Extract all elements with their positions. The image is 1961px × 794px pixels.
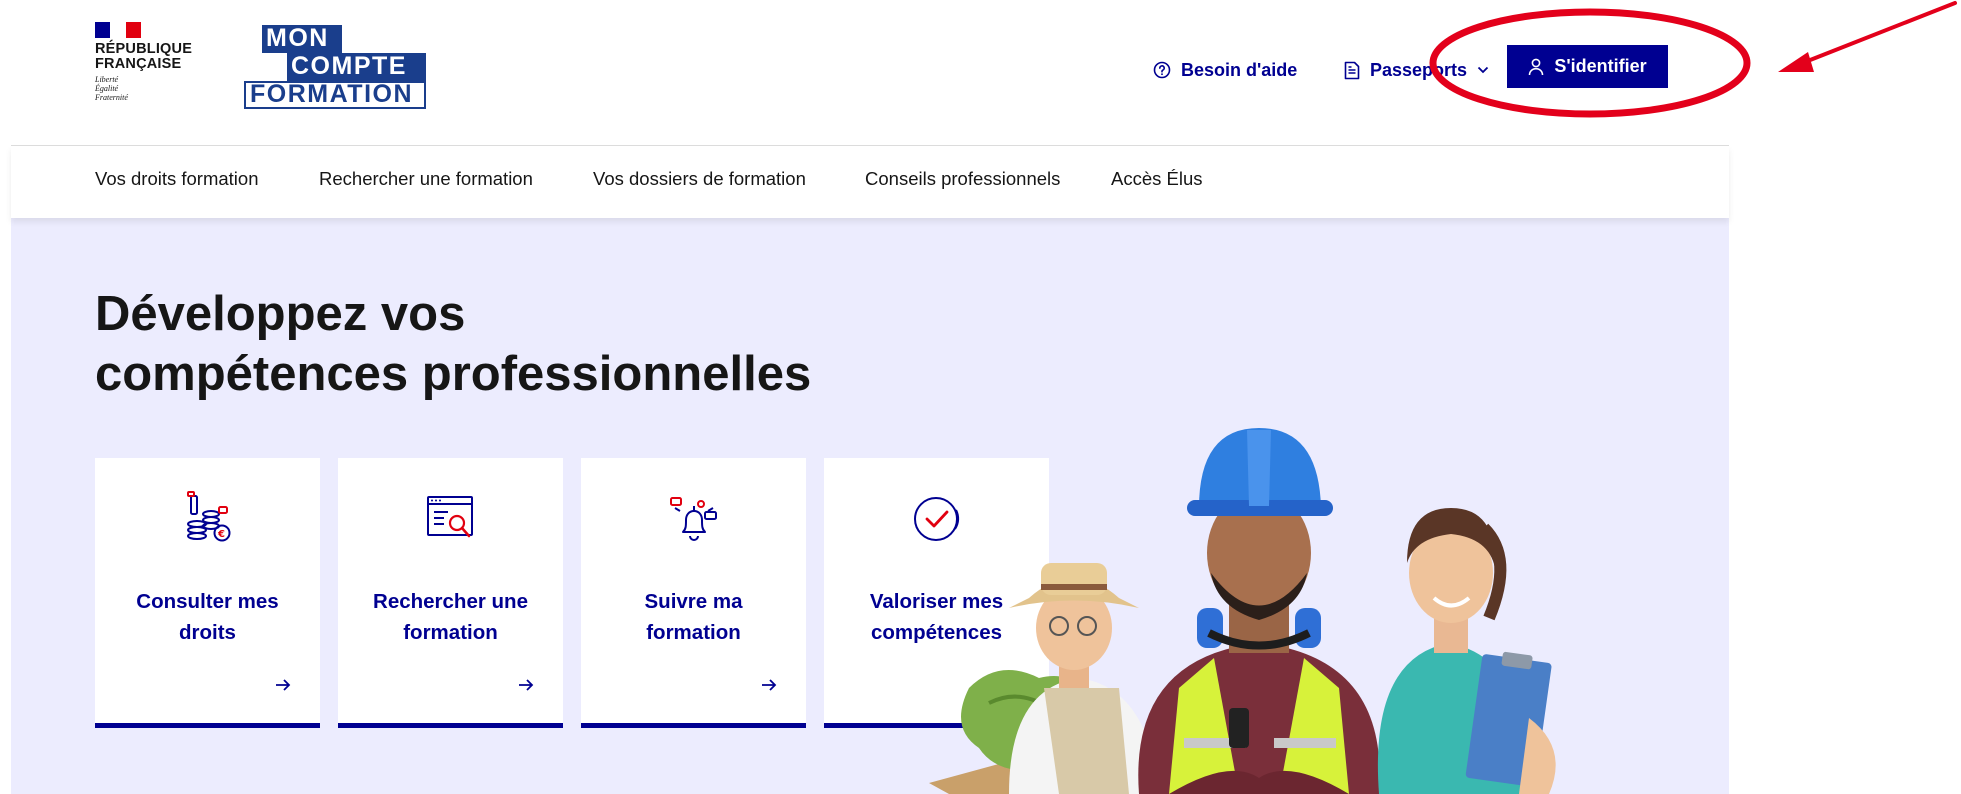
tile-line2: droits	[179, 621, 236, 644]
arrow-right-icon	[762, 679, 777, 691]
page: RÉPUBLIQUE FRANÇAISE Liberté Égalité Fra…	[11, 0, 1729, 794]
user-icon	[1529, 58, 1544, 75]
search-document-icon	[426, 496, 473, 538]
svg-text:€: €	[217, 529, 225, 540]
motto-egalite: Égalité	[95, 84, 119, 93]
brand-line2: COMPTE	[287, 53, 426, 81]
republique-line2: FRANÇAISE	[95, 56, 182, 72]
tile-suivre-formation[interactable]: Suivre ma formation	[581, 458, 806, 728]
help-label: Besoin d'aide	[1181, 59, 1298, 80]
hero-people-illustration	[929, 428, 1556, 794]
mon-compte-formation-logo[interactable]: MON COMPTE FORMATION	[244, 25, 426, 109]
tile-label: Rechercher une formation	[348, 586, 553, 648]
tile-line1: Consulter mes	[136, 590, 279, 613]
tile-label: Suivre ma formation	[591, 586, 796, 648]
french-flag-icon	[95, 22, 141, 38]
motto-liberte: Liberté	[95, 75, 119, 84]
tile-line1: Suivre ma	[644, 590, 743, 613]
nav-item-dossiers[interactable]: Vos dossiers de formation	[593, 168, 806, 190]
nav-item-acces-elus[interactable]: Accès Élus	[1111, 168, 1203, 190]
republique-line1: RÉPUBLIQUE	[95, 41, 193, 57]
document-icon	[1344, 61, 1360, 79]
tile-label: Consulter mes droits	[105, 586, 310, 648]
login-button[interactable]: S'identifier	[1507, 45, 1668, 88]
nav-item-vos-droits[interactable]: Vos droits formation	[95, 168, 259, 190]
passports-label: Passeports	[1370, 59, 1468, 80]
chevron-down-icon	[1477, 66, 1489, 74]
brand-line3: FORMATION	[244, 81, 426, 109]
notification-bell-icon	[669, 497, 717, 541]
login-label: S'identifier	[1554, 56, 1647, 76]
coins-euro-icon: €	[186, 491, 230, 542]
tile-line2: formation	[403, 621, 498, 644]
site-header: RÉPUBLIQUE FRANÇAISE Liberté Égalité Fra…	[11, 0, 1729, 146]
annotation-arrow-shaft	[1798, 1, 1957, 66]
annotation-arrow-head	[1778, 52, 1814, 72]
tile-line2: formation	[646, 621, 741, 644]
arrow-right-icon	[519, 679, 534, 691]
main-navigation: Vos droits formation Rechercher une form…	[11, 146, 1729, 218]
republic-motto: Liberté Égalité Fraternité	[95, 75, 215, 102]
nav-item-rechercher[interactable]: Rechercher une formation	[319, 168, 533, 190]
brand-line1: MON	[262, 25, 342, 53]
help-link[interactable]: Besoin d'aide	[1153, 54, 1297, 86]
republique-label: RÉPUBLIQUE FRANÇAISE	[95, 42, 215, 72]
hero-section: Développez vos compétences professionnel…	[11, 218, 1729, 794]
tile-consulter-droits[interactable]: € Consulter mes droits	[95, 458, 320, 728]
hero-title: Développez vos compétences professionnel…	[95, 284, 995, 404]
passports-menu[interactable]: Passeports	[1344, 54, 1489, 86]
republique-francaise-logo[interactable]: RÉPUBLIQUE FRANÇAISE Liberté Égalité Fra…	[95, 22, 215, 102]
tile-rechercher-formation[interactable]: Rechercher une formation	[338, 458, 563, 728]
arrow-right-icon	[276, 679, 291, 691]
tile-line1: Rechercher une	[373, 590, 528, 613]
question-circle-icon	[1153, 61, 1171, 79]
hero-title-line2: compétences professionnelles	[95, 347, 812, 401]
motto-fraternite: Fraternité	[95, 93, 128, 102]
hero-title-line1: Développez vos	[95, 287, 466, 341]
nav-item-conseils[interactable]: Conseils professionnels	[865, 168, 1060, 190]
